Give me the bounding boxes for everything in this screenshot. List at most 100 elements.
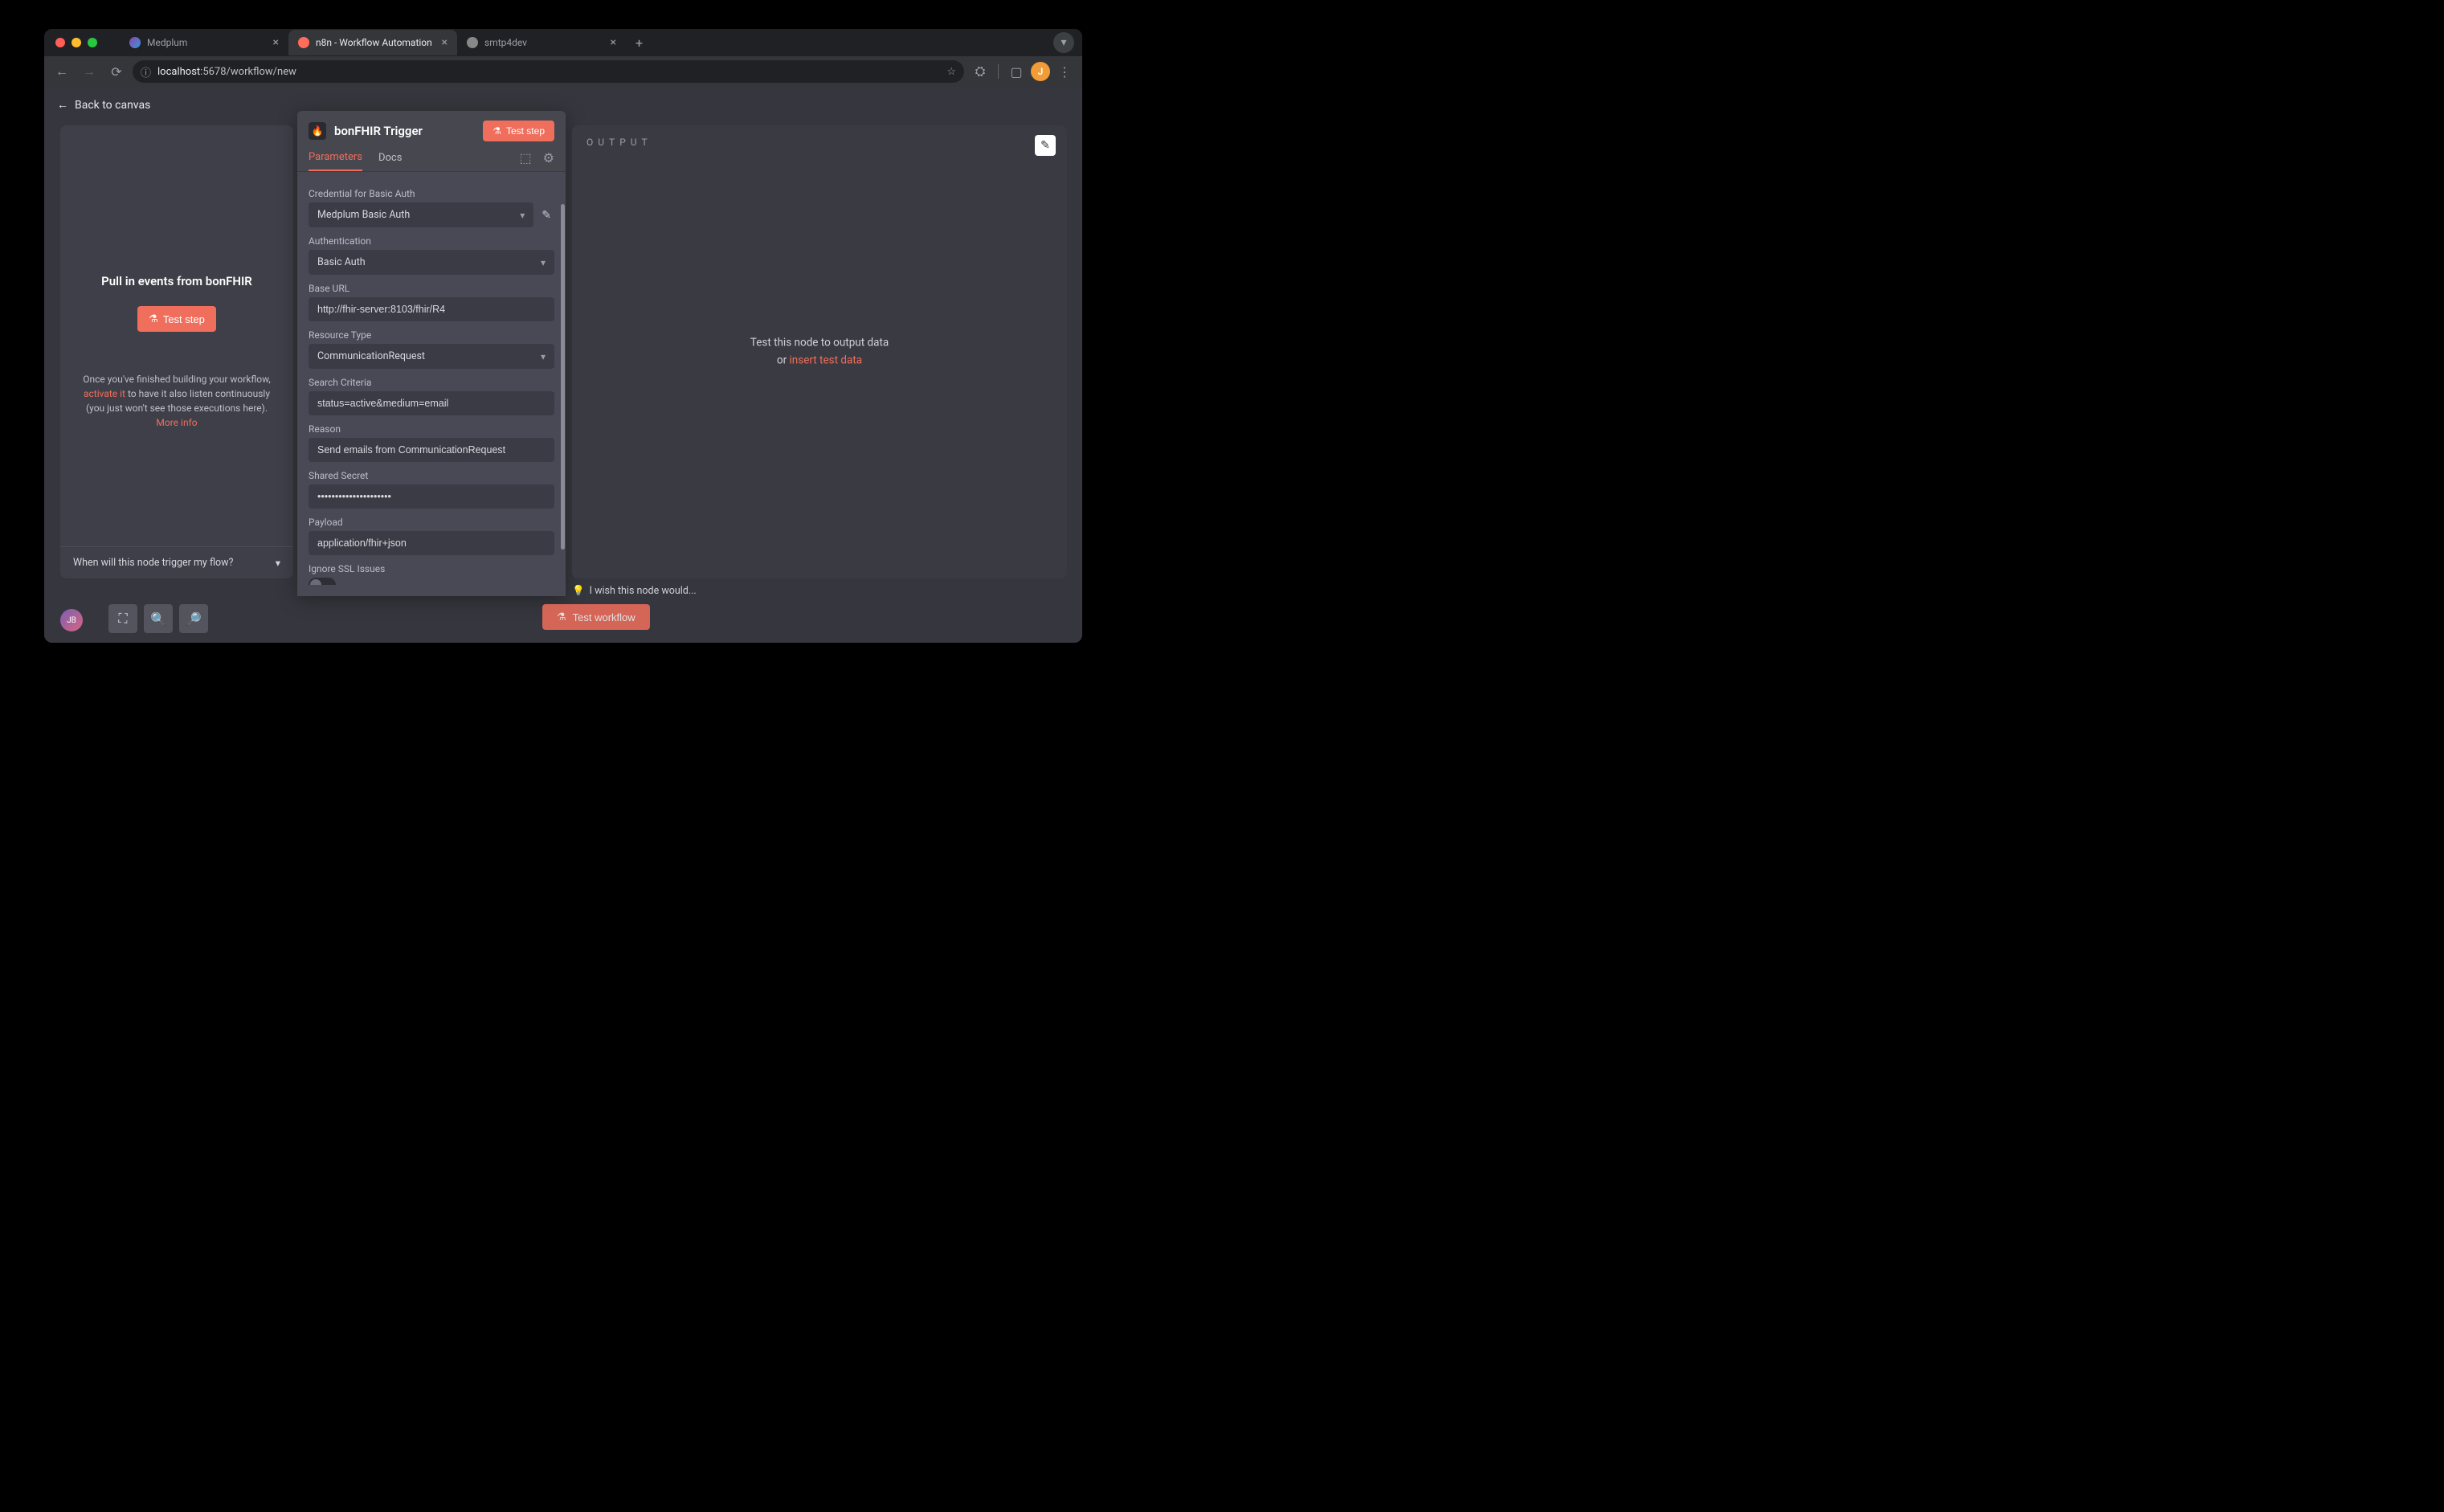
select-value: Medplum Basic Auth	[317, 209, 410, 221]
payload-label: Payload	[309, 517, 554, 528]
window-controls	[52, 38, 104, 47]
output-line1: Test this node to output data	[750, 334, 889, 352]
profile-avatar[interactable]: J	[1031, 62, 1050, 81]
browser-window: Medplum × n8n - Workflow Automation × sm…	[44, 29, 1082, 643]
minimize-window-button[interactable]	[72, 38, 81, 47]
node-title: bonFHIR Trigger	[334, 124, 423, 138]
panel-icon[interactable]: ▢	[1005, 60, 1028, 83]
authentication-select[interactable]: Basic Auth ▾	[309, 250, 554, 275]
payload-input[interactable]	[309, 531, 554, 555]
fit-view-button[interactable]: ⛶	[108, 604, 137, 633]
baseurl-input[interactable]	[309, 297, 554, 321]
resource-label: Resource Type	[309, 329, 554, 341]
tabs: Medplum × n8n - Workflow Automation × sm…	[120, 29, 652, 56]
divider	[998, 64, 999, 79]
button-label: Test step	[163, 313, 205, 325]
input-footer[interactable]: When will this node trigger my flow? ▾	[60, 546, 293, 578]
close-icon[interactable]: ×	[611, 36, 616, 49]
ignore-ssl-toggle[interactable]	[309, 578, 336, 585]
credential-label: Credential for Basic Auth	[309, 188, 554, 199]
tab-parameters[interactable]: Parameters	[309, 145, 362, 171]
toolbar-right: ⛭ ▢ J ⋮	[969, 60, 1076, 83]
config-header: 🔥 bonFHIR Trigger ⚗ Test step	[297, 111, 566, 145]
user-presence[interactable]: JB	[60, 609, 83, 631]
tab-n8n[interactable]: n8n - Workflow Automation ×	[288, 30, 457, 55]
lightbulb-icon: 💡	[572, 585, 585, 597]
tab-medplum[interactable]: Medplum ×	[120, 30, 288, 55]
new-tab-button[interactable]: +	[626, 35, 652, 51]
shared-secret-input[interactable]	[309, 484, 554, 509]
close-icon[interactable]: ×	[273, 36, 279, 49]
select-value: CommunicationRequest	[317, 350, 425, 362]
scrollbar-thumb[interactable]	[561, 204, 565, 550]
tab-title: smtp4dev	[484, 37, 527, 48]
ssl-label: Ignore SSL Issues	[309, 563, 554, 574]
reason-label: Reason	[309, 423, 554, 435]
tab-overflow-button[interactable]: ▾	[1053, 32, 1074, 53]
reason-input[interactable]	[309, 438, 554, 462]
tab-bar-right: ▾	[1053, 32, 1074, 53]
forward-button[interactable]: →	[78, 60, 100, 83]
output-edit-button[interactable]: ✎	[1035, 135, 1056, 156]
extensions-icon[interactable]: ⛭	[969, 60, 991, 83]
close-icon[interactable]: ×	[442, 36, 448, 49]
input-title: Pull in events from bonFHIR	[101, 274, 252, 288]
resource-type-select[interactable]: CommunicationRequest ▾	[309, 344, 554, 369]
insert-test-data-link[interactable]: insert test data	[790, 353, 863, 366]
address-bar[interactable]: ⓘ localhost:5678/workflow/new ☆	[133, 60, 964, 83]
output-panel: OUTPUT ✎ Test this node to output data o…	[572, 125, 1067, 578]
node-config-panel: 🔥 bonFHIR Trigger ⚗ Test step Parameters…	[297, 111, 566, 596]
close-window-button[interactable]	[55, 38, 65, 47]
chevron-down-icon: ▾	[541, 257, 546, 268]
back-label: Back to canvas	[75, 99, 150, 112]
flask-icon: ⚗	[557, 611, 566, 623]
canvas-zoom-controls: ⛶ 🔍 🔎	[108, 604, 208, 633]
zoom-out-button[interactable]: 🔎	[179, 604, 208, 633]
credential-select[interactable]: Medplum Basic Auth ▾	[309, 202, 533, 227]
favicon-icon	[298, 37, 309, 48]
tab-title: n8n - Workflow Automation	[316, 37, 432, 48]
output-placeholder: Test this node to output data or insert …	[750, 334, 889, 369]
flask-icon: ⚗	[149, 313, 158, 325]
auth-label: Authentication	[309, 235, 554, 247]
scrollbar-track	[560, 172, 566, 585]
cube-icon[interactable]: ⬚	[520, 150, 532, 166]
tab-docs[interactable]: Docs	[378, 145, 402, 170]
button-label: Test workflow	[573, 611, 636, 623]
search-label: Search Criteria	[309, 377, 554, 388]
config-body: Credential for Basic Auth Medplum Basic …	[297, 172, 566, 585]
site-info-icon[interactable]: ⓘ	[141, 64, 151, 80]
edit-credential-icon[interactable]: ✎	[538, 206, 554, 225]
reload-button[interactable]: ⟳	[105, 60, 128, 83]
input-panel: Pull in events from bonFHIR ⚗ Test step …	[60, 125, 293, 578]
baseurl-label: Base URL	[309, 283, 554, 294]
activate-link[interactable]: activate it	[84, 388, 125, 399]
footer-text: When will this node trigger my flow?	[73, 557, 233, 569]
arrow-left-icon: ←	[57, 98, 68, 112]
zoom-in-button[interactable]: 🔍	[144, 604, 173, 633]
test-step-header-button[interactable]: ⚗ Test step	[483, 121, 554, 141]
chevron-down-icon: ▾	[520, 210, 525, 221]
test-step-button[interactable]: ⚗ Test step	[137, 306, 216, 332]
search-criteria-input[interactable]	[309, 391, 554, 415]
tab-title: Medplum	[147, 37, 187, 48]
flask-icon: ⚗	[492, 125, 501, 137]
config-tab-icons: ⬚ ⚙	[520, 150, 554, 166]
url-text: localhost:5678/workflow/new	[157, 66, 296, 78]
feedback-text: I wish this node would...	[590, 585, 697, 597]
back-button[interactable]: ←	[51, 60, 73, 83]
back-to-canvas[interactable]: ← Back to canvas	[57, 98, 150, 112]
chevron-down-icon: ▾	[276, 557, 280, 570]
config-tabs: Parameters Docs ⬚ ⚙	[297, 145, 566, 172]
test-workflow-button[interactable]: ⚗ Test workflow	[542, 604, 650, 630]
gear-icon[interactable]: ⚙	[543, 150, 554, 166]
tab-smtp4dev[interactable]: smtp4dev ×	[457, 30, 626, 55]
feedback-prompt[interactable]: 💡 I wish this node would...	[572, 585, 697, 597]
node-icon: 🔥	[309, 122, 326, 140]
more-info-link[interactable]: More info	[156, 417, 197, 428]
output-header: OUTPUT	[586, 137, 652, 148]
star-icon[interactable]: ☆	[946, 66, 956, 78]
app-area: ← Back to canvas Pull in events from bon…	[44, 87, 1082, 643]
menu-icon[interactable]: ⋮	[1053, 60, 1076, 83]
zoom-window-button[interactable]	[88, 38, 97, 47]
